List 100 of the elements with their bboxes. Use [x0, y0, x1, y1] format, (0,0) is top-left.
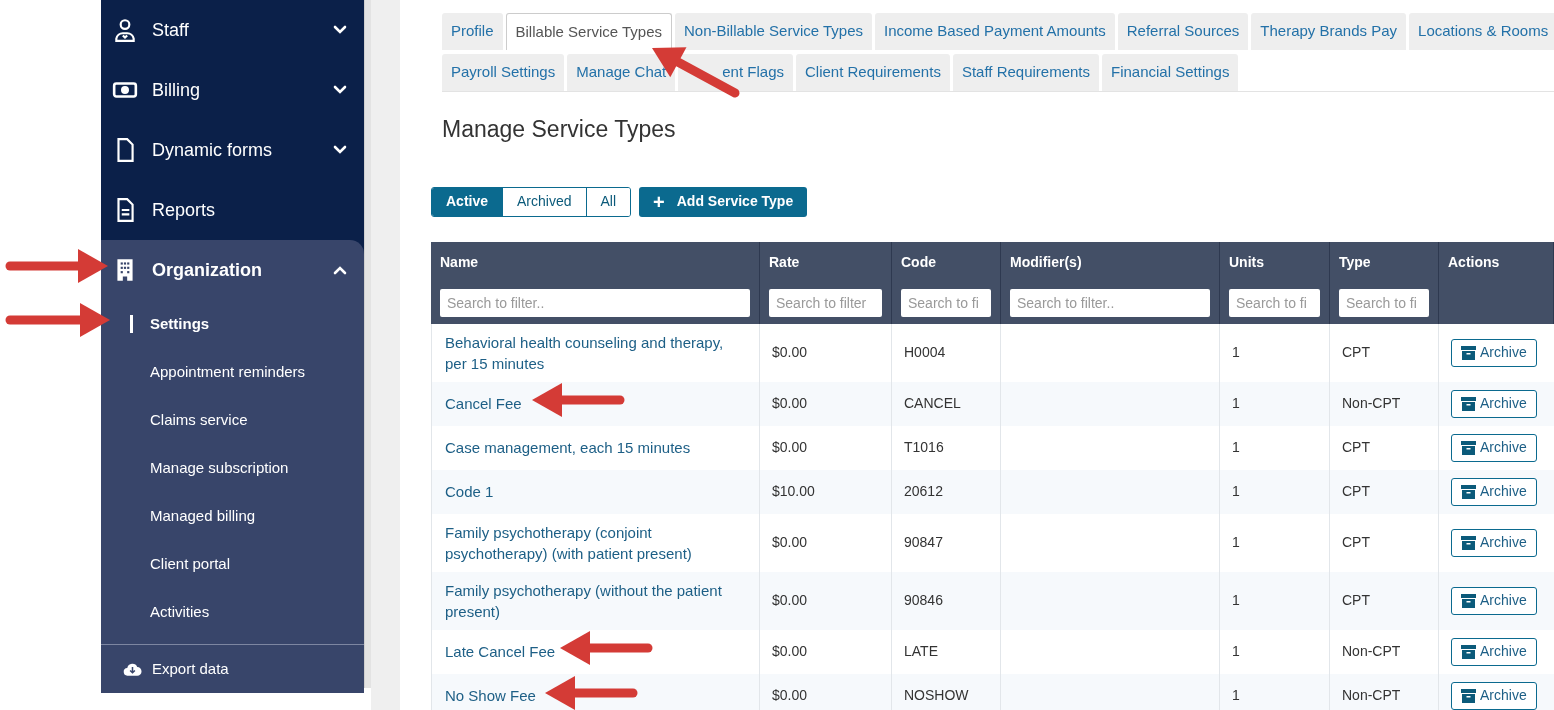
archive-box-icon: [1461, 484, 1476, 499]
service-name-link[interactable]: Behavioral health counseling and therapy, per 15 minutes: [445, 331, 746, 374]
archive-button[interactable]: Archive: [1451, 338, 1537, 367]
filter-field[interactable]: Search to filter: [769, 288, 882, 317]
table-cell-text: 1: [1232, 591, 1240, 610]
archive-button[interactable]: Archive: [1451, 433, 1537, 462]
table-cell-text: CANCEL: [904, 394, 961, 413]
archive-box-icon: [1461, 535, 1476, 550]
service-name-link[interactable]: Cancel Fee: [445, 393, 522, 414]
table-cell-text: 20612: [904, 482, 943, 501]
table-cell-text: $0.00: [772, 642, 808, 661]
tab[interactable]: Income Based Payment Amounts: [875, 13, 1115, 50]
filter-field[interactable]: Search to filter..: [440, 288, 750, 317]
column-header: Rate Search to filter: [760, 241, 892, 324]
nav-subitem[interactable]: Appointment reminders: [101, 348, 364, 396]
filter-field[interactable]: Search to fi: [901, 288, 991, 317]
filter-field[interactable]: Search to filter..: [1010, 288, 1210, 317]
table-cell-text: LATE: [904, 642, 938, 661]
nav-item[interactable]: Dynamic forms: [101, 120, 364, 180]
archive-button[interactable]: Archive: [1451, 477, 1537, 506]
nav-subitem[interactable]: Settings: [101, 300, 364, 348]
nav-item[interactable]: Reports: [101, 180, 364, 240]
nav-subitem[interactable]: Activities: [101, 588, 364, 636]
archive-button[interactable]: Archive: [1451, 681, 1537, 710]
tab[interactable]: Billable Service Types: [505, 13, 672, 50]
table-cell-text: 1: [1232, 533, 1240, 552]
person-icon: [112, 17, 138, 43]
table-cell-text: $0.00: [772, 394, 808, 413]
archive-button[interactable]: Archive: [1451, 586, 1537, 615]
service-name-link[interactable]: No Show Fee: [445, 685, 536, 706]
table-cell-text: CPT: [1342, 482, 1370, 501]
nav-item[interactable]: Staff: [101, 0, 364, 60]
archive-button[interactable]: Archive: [1451, 528, 1537, 557]
table-cell-text: Non-CPT: [1342, 394, 1401, 413]
table-cell-text: 90846: [904, 591, 943, 610]
column-header: Code Search to fi: [892, 241, 1001, 324]
filter-toggle[interactable]: All: [585, 187, 631, 216]
table-cell-text: CPT: [1342, 438, 1370, 457]
table-cell-text: Non-CPT: [1342, 642, 1401, 661]
column-header: Type Search to fi: [1330, 241, 1439, 324]
archive-box-icon: [1461, 396, 1476, 411]
table-cell-text: H0004: [904, 343, 946, 362]
filter-field[interactable]: Search to fi: [1339, 288, 1429, 317]
nav-item[interactable]: Billing: [101, 60, 364, 120]
add-service-type-button[interactable]: + Add Service Type: [639, 186, 808, 217]
table-cell-text: $0.00: [772, 686, 808, 705]
table-cell-text: $0.00: [772, 438, 808, 457]
column-header: Actions: [1439, 241, 1554, 324]
nav-subitem[interactable]: Claims service: [101, 396, 364, 444]
filter-field[interactable]: Search to fi: [1229, 288, 1320, 317]
service-name-link[interactable]: Late Cancel Fee: [445, 641, 556, 662]
table-cell-text: $0.00: [772, 533, 808, 552]
table-cell-text: CPT: [1342, 343, 1370, 362]
scrollbar[interactable]: [364, 0, 371, 688]
table-cell-text: $0.00: [772, 591, 808, 610]
service-name-link[interactable]: Case management, each 15 minutes: [445, 437, 691, 458]
filter-toggle[interactable]: Active: [432, 187, 503, 216]
tab[interactable]: Profile: [442, 13, 503, 50]
nav-subitem[interactable]: Managed billing: [101, 492, 364, 540]
service-name-link[interactable]: Family psychotherapy (conjoint psychotherapy) (with patient present): [445, 521, 746, 564]
nav-item[interactable]: Organization: [101, 240, 364, 300]
table-cell-text: 1: [1232, 394, 1240, 413]
tab[interactable]: Staff Requirements: [952, 54, 1099, 91]
archive-box-icon: [1461, 345, 1476, 360]
archive-button[interactable]: Archive: [1451, 389, 1537, 418]
archive-box-icon: [1461, 644, 1476, 659]
tab[interactable]: Manage Chat: [567, 54, 676, 91]
tab[interactable]: Client Requirements: [796, 54, 950, 91]
nav-subitem[interactable]: Client portal: [101, 540, 364, 588]
column-header: Modifier(s) Search to filter..: [1001, 241, 1220, 324]
tab[interactable]: Therapy Brands Pay: [1251, 13, 1407, 50]
table-cell-text: 90847: [904, 533, 943, 552]
nav-subitem[interactable]: Manage subscription: [101, 444, 364, 492]
page-heading: Manage Service Types: [442, 115, 677, 144]
table-cell-text: T1016: [904, 438, 944, 457]
archive-button[interactable]: Archive: [1451, 637, 1537, 666]
table-cell-text: Non-CPT: [1342, 686, 1401, 705]
table-cell-text: CPT: [1342, 533, 1370, 552]
service-name-link[interactable]: Family psychotherapy (without the patient present): [445, 579, 746, 622]
export-item[interactable]: Export data: [101, 645, 364, 693]
table-cell-text: 1: [1232, 482, 1240, 501]
tab[interactable]: Referral Sources: [1117, 13, 1249, 50]
cloud-download-icon: [123, 661, 142, 677]
tab[interactable]: Locations & Rooms: [1409, 13, 1554, 50]
table-cell-text: $10.00: [772, 482, 815, 501]
tab[interactable]: Payroll Settings: [442, 54, 565, 91]
table-cell-text: 1: [1232, 642, 1240, 661]
tab[interactable]: Non-Billable Service Types: [675, 13, 872, 50]
table-cell-text: 1: [1232, 438, 1240, 457]
archive-box-icon: [1461, 688, 1476, 703]
table-cell-text: 1: [1232, 686, 1240, 705]
table-cell-text: 1: [1232, 343, 1240, 362]
column-header: Units Search to fi: [1220, 241, 1330, 324]
archive-box-icon: [1461, 440, 1476, 455]
service-name-link[interactable]: Code 1: [445, 481, 494, 502]
table-cell-text: $0.00: [772, 343, 808, 362]
column-header: Name Search to filter..: [431, 241, 760, 324]
table-cell-text: NOSHOW: [904, 686, 969, 705]
table-cell-text: CPT: [1342, 591, 1370, 610]
tab[interactable]: Financial Settings: [1102, 54, 1239, 91]
